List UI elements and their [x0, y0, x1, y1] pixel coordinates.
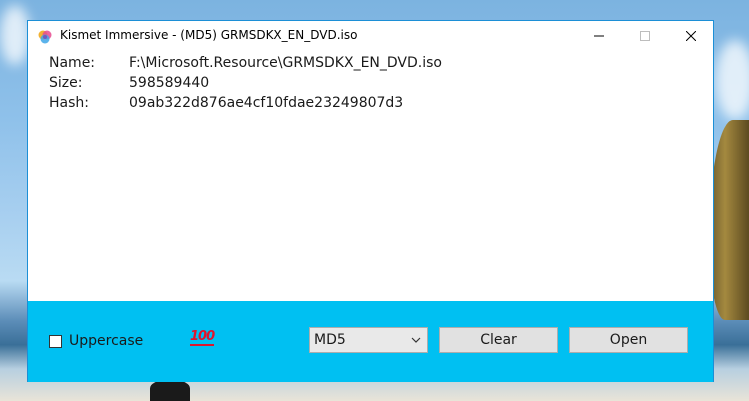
maximize-button[interactable]	[622, 21, 668, 51]
chevron-down-icon	[411, 337, 421, 343]
checkbox-box[interactable]	[49, 334, 62, 348]
hash-value: 09ab322d876ae4cf10fdae23249807d3	[129, 95, 404, 111]
control-bar: Uppercase 100 MD5 Clear Open	[28, 301, 713, 382]
open-button[interactable]: Open	[569, 327, 688, 353]
clear-button[interactable]: Clear	[439, 327, 558, 353]
window-title: Kismet Immersive - (MD5) GRMSDKX_EN_DVD.…	[60, 28, 358, 42]
name-label: Name:	[49, 55, 96, 71]
close-button[interactable]	[668, 21, 714, 51]
uppercase-checkbox[interactable]: Uppercase	[49, 333, 143, 349]
hash-label: Hash:	[49, 95, 89, 111]
minimize-icon	[594, 35, 604, 37]
title-bar[interactable]: Kismet Immersive - (MD5) GRMSDKX_EN_DVD.…	[28, 21, 713, 51]
person-silhouette	[150, 380, 190, 401]
app-logo-icon	[38, 30, 52, 44]
rock-formation	[709, 120, 749, 320]
file-info-panel: Name: F:\Microsoft.Resource\GRMSDKX_EN_DV…	[28, 51, 713, 300]
maximize-icon	[640, 31, 650, 41]
hash-row: Hash: 09ab322d876ae4cf10fdae23249807d3	[49, 95, 403, 111]
algorithm-select[interactable]: MD5	[309, 327, 428, 353]
cloud	[0, 5, 30, 65]
close-icon	[686, 31, 696, 41]
size-value: 598589440	[129, 75, 210, 91]
minimize-button[interactable]	[576, 21, 622, 51]
name-value: F:\Microsoft.Resource\GRMSDKX_EN_DVD.iso	[129, 55, 442, 71]
algorithm-selected-value: MD5	[314, 332, 346, 348]
uppercase-label[interactable]: Uppercase	[69, 333, 143, 349]
size-label: Size:	[49, 75, 83, 91]
hundred-points-icon: 100	[190, 329, 215, 346]
name-row: Name: F:\Microsoft.Resource\GRMSDKX_EN_DV…	[49, 55, 442, 71]
size-row: Size: 598589440	[49, 75, 209, 91]
cloud	[715, 40, 749, 120]
app-window: Kismet Immersive - (MD5) GRMSDKX_EN_DVD.…	[27, 20, 714, 382]
